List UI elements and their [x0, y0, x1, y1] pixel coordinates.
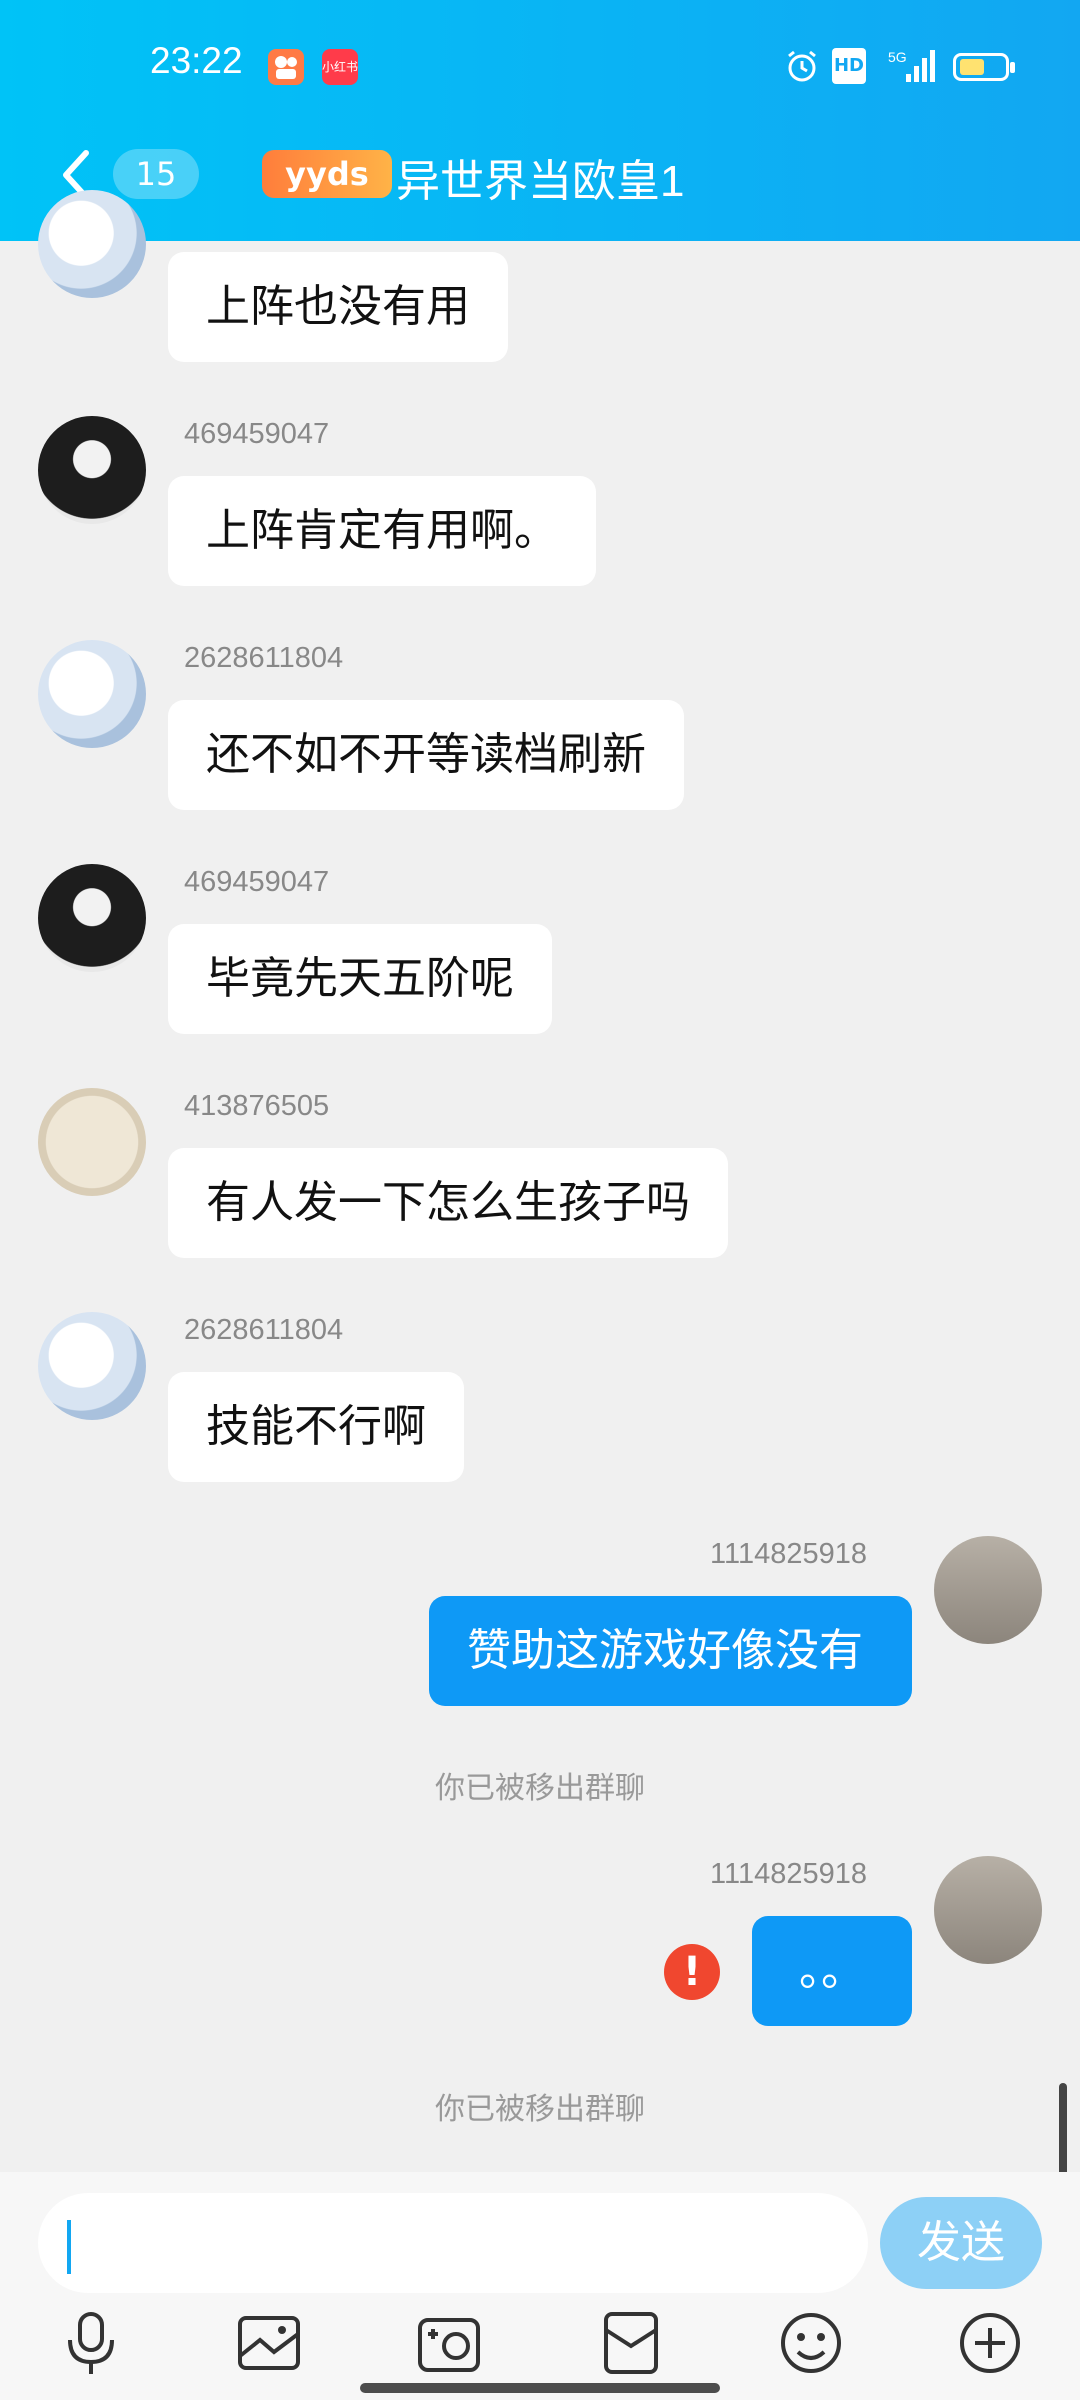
home-indicator[interactable] — [360, 2383, 720, 2393]
my-message-bubble[interactable]: 。。 — [752, 1916, 912, 2026]
app-notification-icon — [268, 49, 304, 85]
red-packet-icon[interactable] — [596, 2308, 666, 2378]
sender-name: 469459047 — [184, 418, 330, 450]
sender-name: 2628611804 — [184, 1314, 344, 1346]
message-bubble[interactable]: 还不如不开等读档刷新 — [168, 700, 684, 810]
send-button[interactable]: 发送 — [880, 2197, 1042, 2289]
my-message-bubble[interactable]: 赞助这游戏好像没有 — [429, 1596, 912, 1706]
microphone-icon[interactable] — [56, 2308, 126, 2378]
battery-icon — [953, 53, 1015, 81]
my-avatar[interactable] — [934, 1536, 1042, 1644]
avatar[interactable] — [38, 190, 146, 298]
avatar[interactable] — [38, 640, 146, 748]
avatar[interactable] — [38, 1312, 146, 1420]
chat-header: 23:22 小红书 HD 5G 15 yyds 异世界当欧皇1 — [0, 0, 1080, 241]
avatar[interactable] — [38, 864, 146, 972]
send-failed-icon[interactable]: ! — [664, 1944, 720, 2000]
image-icon[interactable] — [234, 2308, 304, 2378]
sender-name: 1114825918 — [710, 1538, 867, 1570]
text-cursor — [67, 2220, 71, 2274]
camera-icon[interactable] — [414, 2308, 484, 2378]
sender-name: 413876505 — [184, 1090, 330, 1122]
system-notice: 你已被移出群聊 — [435, 1771, 645, 1806]
scrollbar[interactable] — [1059, 2083, 1067, 2179]
sender-name: 1114825918 — [710, 1858, 867, 1890]
message-input[interactable] — [38, 2193, 868, 2293]
signal-icon: 5G — [888, 48, 938, 84]
message-bubble[interactable]: 有人发一下怎么生孩子吗 — [168, 1148, 728, 1258]
group-title[interactable]: 异世界当欧皇1 — [396, 145, 684, 209]
message-bubble[interactable]: 毕竟先天五阶呢 — [168, 924, 552, 1034]
sender-name: 2628611804 — [184, 642, 344, 674]
unread-count-badge[interactable]: 15 — [113, 149, 199, 199]
plus-icon[interactable] — [955, 2308, 1025, 2378]
status-time: 23:22 — [150, 40, 243, 81]
sender-name: 469459047 — [184, 866, 330, 898]
my-avatar[interactable] — [934, 1856, 1042, 1964]
avatar[interactable] — [38, 416, 146, 524]
xiaohongshu-icon: 小红书 — [322, 49, 358, 85]
hd-icon: HD — [832, 48, 866, 84]
alarm-icon — [784, 48, 820, 84]
emoji-icon[interactable] — [776, 2308, 846, 2378]
message-bubble[interactable]: 上阵也没有用 — [168, 252, 508, 362]
message-bubble[interactable]: 上阵肯定有用啊。 — [168, 476, 596, 586]
yyds-badge: yyds — [262, 150, 392, 198]
avatar[interactable] — [38, 1088, 146, 1196]
status-bar: 23:22 小红书 HD 5G — [0, 0, 1080, 135]
message-bubble[interactable]: 技能不行啊 — [168, 1372, 464, 1482]
system-notice: 你已被移出群聊 — [435, 2092, 645, 2127]
svg-text:5G: 5G — [888, 49, 907, 65]
